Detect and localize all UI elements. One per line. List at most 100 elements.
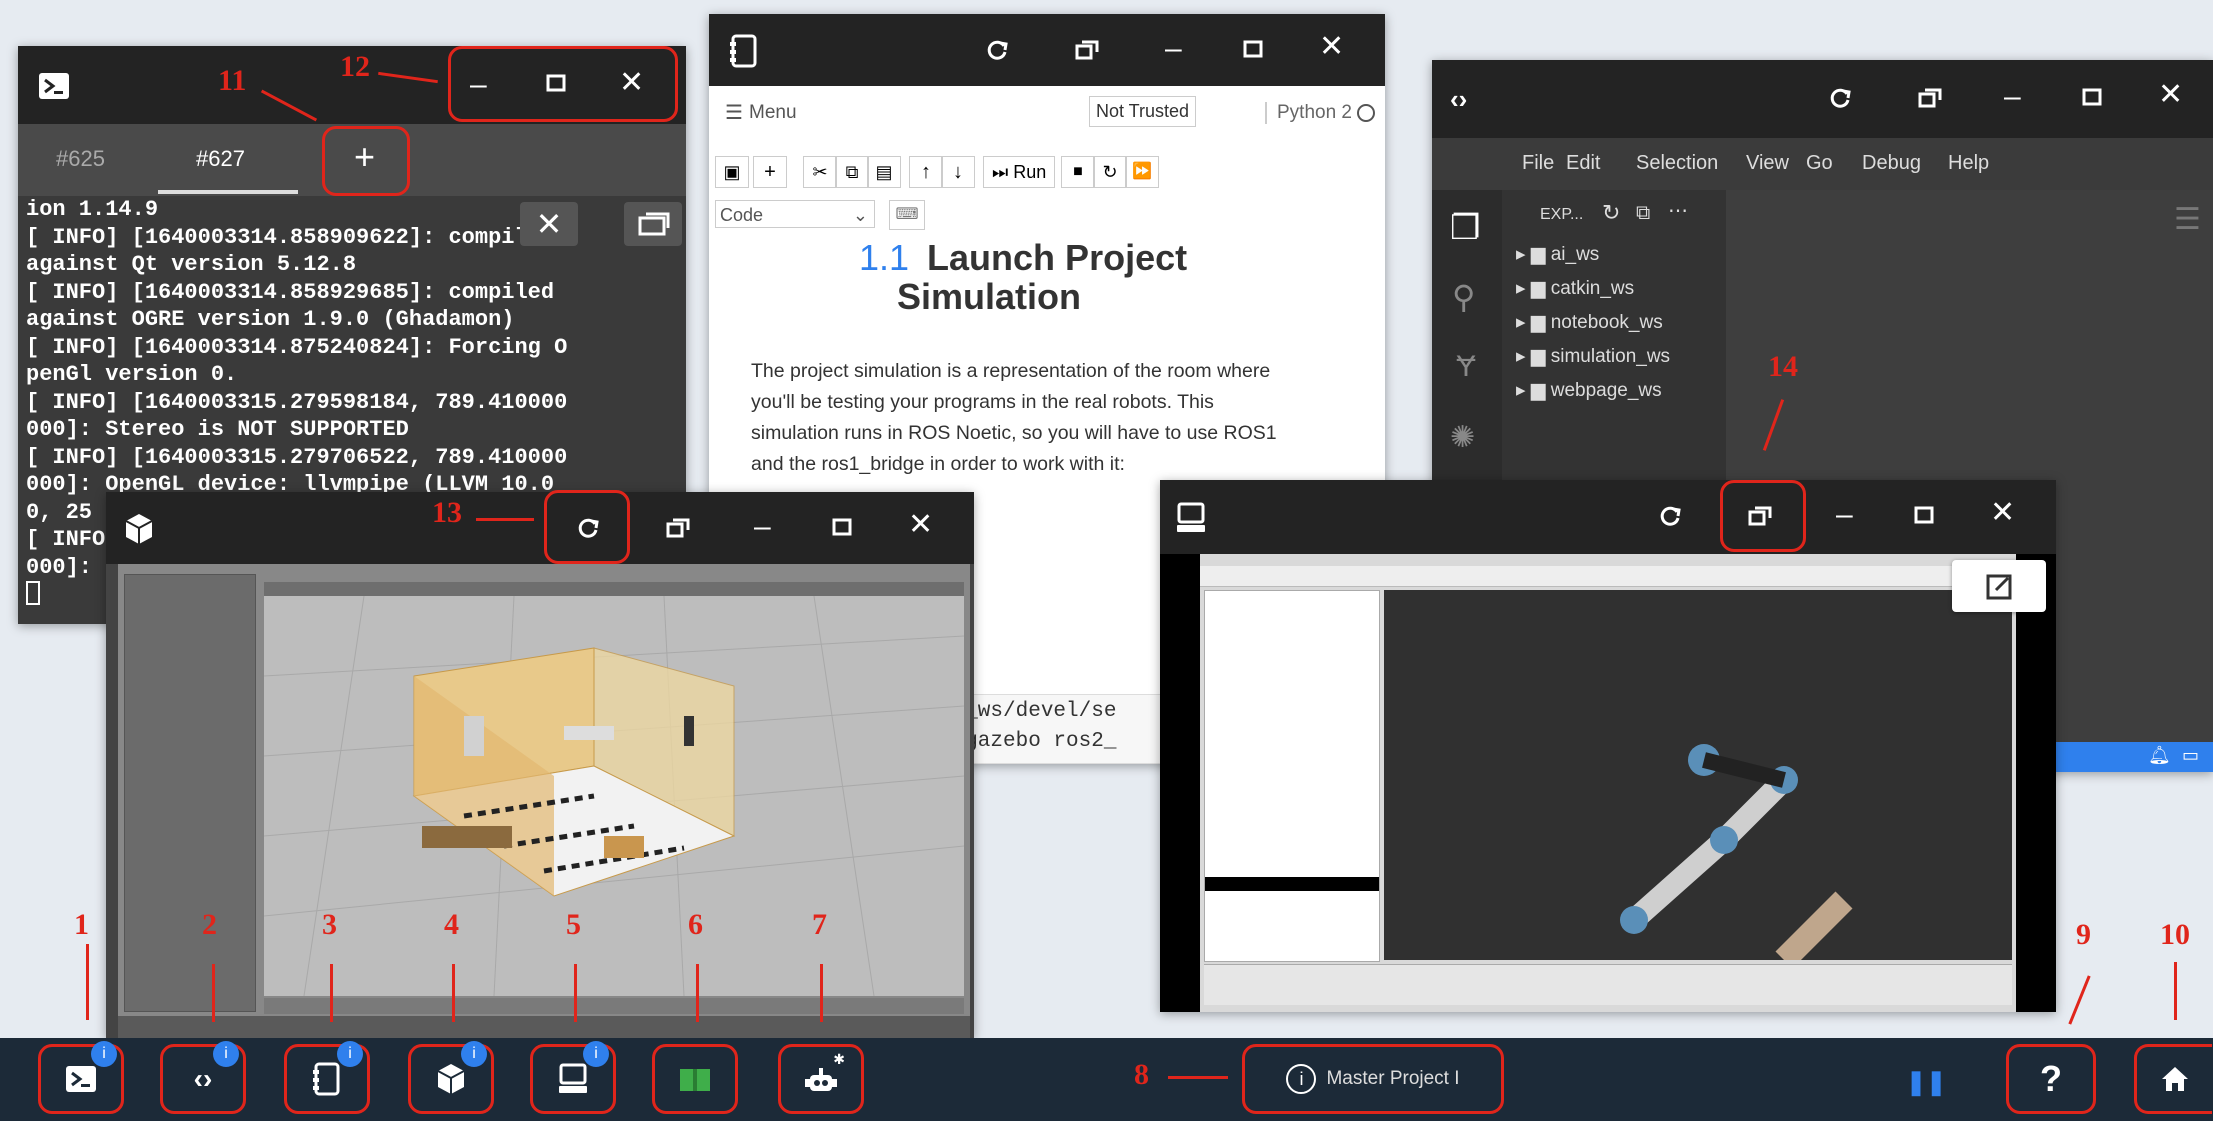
folder-item[interactable]: ▸ ▆ simulation_ws (1516, 340, 1670, 374)
close-button[interactable]: ✕ (2158, 80, 2183, 110)
menu-edit[interactable]: Edit (1566, 152, 1600, 175)
menu-selection[interactable]: Selection (1636, 152, 1718, 175)
more-icon[interactable]: ⋯ (1668, 198, 1688, 223)
close-button[interactable]: ✕ (908, 510, 933, 540)
dock-ide-button[interactable]: ‹› i (160, 1041, 246, 1114)
reload-icon[interactable] (985, 38, 1009, 62)
notebook-menubar: ☰ Menu Not Trusted Python 2 (709, 86, 1385, 139)
home-button[interactable] (2134, 1044, 2212, 1114)
annotation-arrow (86, 944, 89, 1020)
folder-item[interactable]: ▸ ▆ ai_ws (1516, 238, 1670, 272)
explorer-icon[interactable]: ❐ (1450, 208, 1480, 248)
pause-icon[interactable]: ❚❚ (1906, 1068, 1946, 1097)
folder-item[interactable]: ▸ ▆ catkin_ws (1516, 272, 1670, 306)
maximize-button[interactable] (2082, 88, 2102, 106)
save-icon[interactable]: ▣ (715, 156, 749, 188)
notebook-menu[interactable]: Menu (749, 102, 797, 124)
dock-shell-button[interactable]: i (38, 1041, 124, 1114)
annotation-label: 3 (322, 908, 337, 941)
section-number: 1.1 (859, 237, 910, 278)
notebook-toolbar: ▣ + ✂ ⧉ ▤ ↑ ↓ ⏭ Run ■ ↻ ⏩ Code ⌄ ⌨ (709, 138, 1385, 238)
keyboard-icon[interactable]: ⌨ (889, 200, 925, 230)
folder-item[interactable]: ▸ ▆ notebook_ws (1516, 306, 1670, 340)
source-control-icon[interactable]: Ɏ (1456, 350, 1476, 384)
tab-627[interactable]: #627 (196, 146, 245, 172)
menu-file[interactable]: File (1522, 152, 1554, 175)
terminal-line: against OGRE version 1.9.0 (Ghadamon) (26, 307, 515, 332)
search-icon[interactable]: ⚲ (1452, 278, 1475, 316)
callout-box-11 (322, 126, 410, 196)
close-button[interactable]: ✕ (1319, 32, 1344, 62)
annotation-label: 2 (202, 908, 217, 941)
bell-icon[interactable]: 🔔︎ (2148, 745, 2171, 766)
folder-icon: ▆ (1530, 312, 1546, 333)
dock-notebook-book-button[interactable] (652, 1044, 738, 1114)
maximize-button[interactable] (1914, 506, 1934, 524)
menu-debug[interactable]: Debug (1862, 152, 1921, 175)
rviz-3d-view[interactable] (1384, 590, 2012, 960)
paragraph-line: The project simulation is a representati… (751, 360, 1271, 382)
reload-icon[interactable] (1828, 86, 1852, 110)
folder-label: catkin_ws (1550, 278, 1635, 299)
notebook-icon (312, 1062, 342, 1096)
tab-625[interactable]: #625 (56, 146, 105, 172)
collapse-all-icon[interactable]: ⧉ (1636, 202, 1650, 225)
code-icon: ‹› (193, 1063, 213, 1094)
book-icon (678, 1065, 712, 1093)
detach-icon[interactable] (1075, 40, 1099, 60)
gazebo-viewport[interactable] (264, 596, 964, 996)
ide-menubar: File Edit Selection View Go Debug Help (1432, 138, 2213, 190)
folder-icon: ▆ (1530, 244, 1546, 265)
copy-icon[interactable]: ⧉ (835, 156, 869, 188)
list-view-icon[interactable]: ☰ (2174, 202, 2201, 237)
project-info-button[interactable]: i Master Project I (1242, 1044, 1504, 1114)
rviz-screen[interactable] (1200, 554, 2016, 1012)
annotation-label: 11 (218, 64, 247, 97)
cut-icon[interactable]: ✂ (803, 156, 837, 188)
minimize-button[interactable]: – (754, 512, 771, 542)
gazebo-icon (124, 512, 154, 546)
detach-icon[interactable] (1918, 88, 1942, 108)
maximize-button[interactable] (1243, 40, 1263, 58)
paragraph-line: you'll be testing your programs in the r… (751, 391, 1214, 413)
menu-go[interactable]: Go (1806, 152, 1833, 175)
run-button[interactable]: ⏭ Run (983, 156, 1056, 188)
terminal-line: [ INFO] [1640003315.279598184, 789.41000… (26, 389, 568, 415)
reload-icon[interactable] (1658, 504, 1682, 528)
trust-badge[interactable]: Not Trusted (1089, 96, 1197, 127)
dock-graphical-tools-button[interactable]: i (530, 1041, 616, 1114)
folder-item[interactable]: ▸ ▆ webpage_ws (1516, 374, 1670, 408)
notification-badge: i (213, 1041, 239, 1067)
menu-icon[interactable]: ☰ (725, 100, 743, 125)
screen-icon[interactable]: ▭ (2182, 745, 2199, 766)
notebook-titlebar: – ✕ (709, 14, 1385, 86)
move-up-icon[interactable]: ↑ (909, 156, 943, 188)
minimize-button[interactable]: – (1836, 500, 1853, 530)
dock-gazebo-button[interactable]: i (408, 1041, 494, 1114)
menu-help[interactable]: Help (1948, 152, 1989, 175)
minimize-button[interactable]: – (1165, 34, 1182, 64)
help-button[interactable]: ? (2006, 1044, 2096, 1114)
debug-icon[interactable]: ✺ (1450, 420, 1475, 455)
cell-type-select[interactable]: Code ⌄ (715, 200, 875, 228)
refresh-explorer-icon[interactable]: ↻ (1602, 200, 1620, 226)
stop-icon[interactable]: ■ (1061, 156, 1095, 188)
terminal-overlay-close-button[interactable]: ✕ (520, 202, 578, 246)
add-cell-icon[interactable]: + (753, 156, 787, 188)
close-button[interactable]: ✕ (1990, 498, 2015, 528)
minimize-button[interactable]: – (2004, 82, 2021, 112)
notification-badge: i (337, 1041, 363, 1067)
open-external-button[interactable] (1952, 560, 2046, 612)
maximize-button[interactable] (832, 518, 852, 536)
detach-icon[interactable] (666, 518, 690, 538)
dock-robot-button[interactable]: ✱ (778, 1044, 864, 1114)
folder-icon: ▆ (1530, 380, 1546, 401)
move-down-icon[interactable]: ↓ (941, 156, 975, 188)
paste-icon[interactable]: ▤ (867, 156, 901, 188)
restart-icon[interactable]: ↻ (1093, 156, 1127, 188)
dock-notebook-button[interactable]: i (284, 1041, 370, 1114)
menu-view[interactable]: View (1746, 152, 1789, 175)
terminal-overlay-detach-button[interactable] (624, 202, 682, 246)
gazebo-screen[interactable] (118, 564, 970, 1038)
fast-forward-icon[interactable]: ⏩ (1125, 156, 1159, 188)
